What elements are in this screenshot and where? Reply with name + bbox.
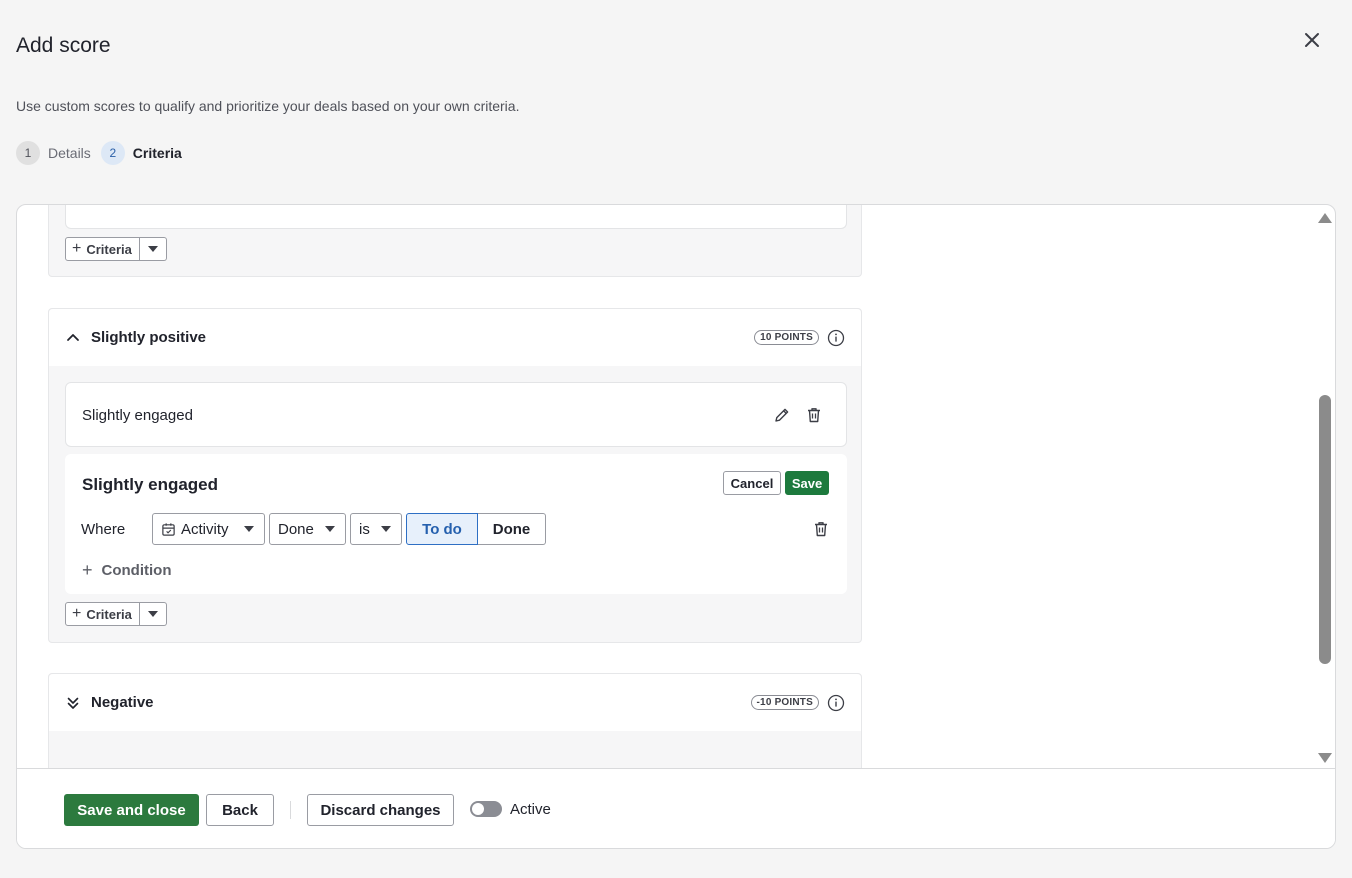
pencil-icon[interactable] (772, 405, 792, 425)
info-icon[interactable] (827, 694, 845, 712)
modal-footer: Save and close Back Discard changes Acti… (17, 768, 1335, 848)
plus-icon: + (72, 240, 82, 257)
operator-select[interactable]: is (350, 513, 402, 545)
option-to-do[interactable]: To do (406, 513, 478, 545)
value-segmented-control: To do Done (406, 513, 546, 545)
add-criteria-dropdown[interactable] (139, 602, 167, 626)
editor-title: Slightly engaged (82, 475, 219, 494)
step-1-number[interactable]: 1 (16, 141, 40, 165)
group-header[interactable]: Negative -10 POINTS (49, 674, 861, 731)
footer-divider (290, 801, 291, 819)
caret-down-icon (325, 526, 335, 532)
criterion-editor: Slightly engaged Cancel Save Where Activ… (65, 454, 847, 594)
scroll-down-arrow-icon[interactable] (1318, 753, 1332, 763)
discard-changes-button[interactable]: Discard changes (307, 794, 454, 826)
active-label: Active (510, 801, 551, 818)
step-2-number[interactable]: 2 (100, 141, 125, 165)
field-select-value: Activity (181, 520, 229, 538)
modal-subtitle: Use custom scores to qualify and priorit… (16, 98, 520, 114)
caret-down-icon (147, 611, 158, 617)
trash-icon[interactable] (804, 405, 824, 425)
calendar-icon (162, 522, 175, 536)
modal-title: Add score (16, 34, 111, 57)
group-title: Negative (91, 694, 154, 711)
criterion-card: Slightly engaged (65, 382, 847, 447)
group-negative: Negative -10 POINTS (48, 673, 862, 769)
add-criteria-split-button: + Criteria (65, 237, 167, 261)
points-badge: -10 POINTS (750, 695, 819, 710)
caret-down-icon (381, 526, 391, 532)
property-select[interactable]: Done (269, 513, 346, 545)
add-criteria-button[interactable]: + Criteria (65, 237, 140, 261)
group-header[interactable]: Slightly positive 10 POINTS (49, 309, 861, 366)
group-title: Slightly positive (91, 329, 207, 346)
info-icon[interactable] (827, 329, 845, 347)
criteria-scroll-area[interactable]: + Criteria Slightly positive 10 POINTS S… (17, 205, 1335, 769)
property-select-value: Done (278, 520, 314, 538)
add-criteria-label: Criteria (86, 241, 132, 257)
step-2-label[interactable]: Criteria (133, 145, 182, 161)
stepper: 1 Details 2 Criteria (16, 141, 192, 165)
add-condition-button[interactable]: + Condition (82, 561, 172, 579)
add-criteria-button[interactable]: + Criteria (65, 602, 140, 626)
step-1-label[interactable]: Details (48, 145, 91, 161)
add-criteria-dropdown[interactable] (139, 237, 167, 261)
chevron-up-icon[interactable] (65, 330, 81, 346)
caret-down-icon (244, 526, 254, 532)
scroll-up-arrow-icon[interactable] (1318, 213, 1332, 223)
double-chevron-down-icon[interactable] (65, 695, 81, 711)
scrollbar-thumb[interactable] (1319, 395, 1331, 664)
plus-icon: + (72, 605, 82, 622)
toggle-knob (472, 803, 484, 815)
save-button[interactable]: Save (785, 471, 829, 495)
add-criteria-split-button: + Criteria (65, 602, 167, 626)
criterion-card (65, 205, 847, 229)
back-button[interactable]: Back (206, 794, 274, 826)
where-label: Where (81, 521, 126, 538)
field-select[interactable]: Activity (152, 513, 265, 545)
criteria-panel: + Criteria Slightly positive 10 POINTS S… (16, 204, 1336, 849)
group-slightly-positive: Slightly positive 10 POINTS Slightly eng… (48, 308, 862, 643)
add-criteria-label: Criteria (86, 606, 132, 622)
points-badge: 10 POINTS (754, 330, 819, 345)
operator-select-value: is (359, 520, 370, 538)
group-positive: + Criteria (48, 205, 862, 277)
cancel-button[interactable]: Cancel (723, 471, 781, 495)
active-toggle[interactable] (470, 801, 502, 817)
close-icon[interactable] (1300, 28, 1324, 52)
option-done[interactable]: Done (478, 513, 546, 545)
trash-icon[interactable] (811, 519, 831, 539)
add-condition-label: Condition (101, 561, 172, 579)
plus-icon: + (82, 560, 93, 580)
save-and-close-button[interactable]: Save and close (64, 794, 199, 826)
caret-down-icon (147, 246, 158, 252)
criterion-label: Slightly engaged (82, 407, 193, 424)
